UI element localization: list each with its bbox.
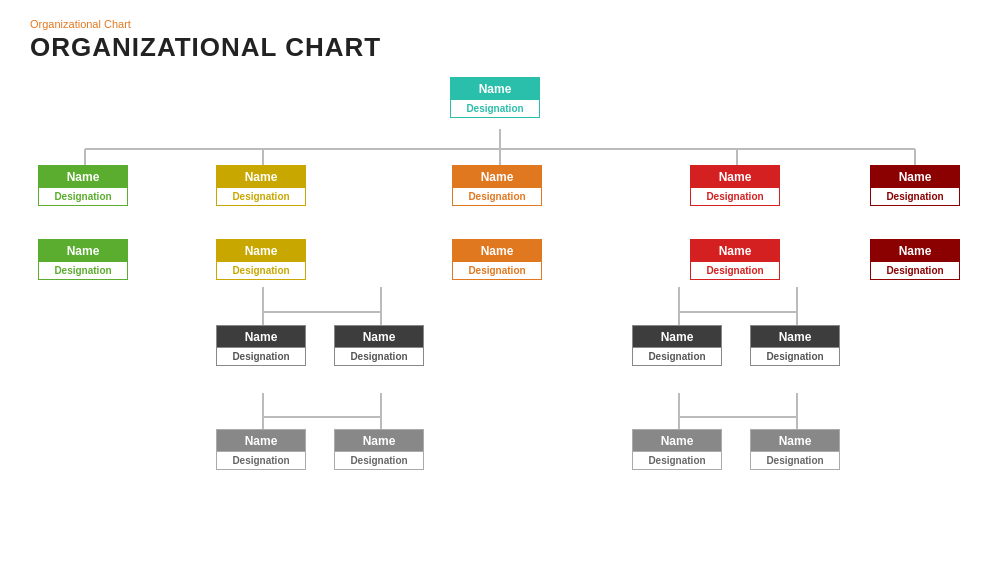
- root-node: Name Designation: [450, 77, 540, 118]
- l1-0-desig: Designation: [39, 187, 127, 205]
- l2-node-2: Name Designation: [452, 239, 542, 280]
- l3-0-name: Name: [217, 326, 305, 347]
- l3-node-1: Name Designation: [334, 325, 424, 366]
- l2-node-0: Name Designation: [38, 239, 128, 280]
- l4-2-name: Name: [633, 430, 721, 451]
- l1-node-4: Name Designation: [870, 165, 960, 206]
- l2-node-3: Name Designation: [690, 239, 780, 280]
- l2-2-name: Name: [453, 240, 541, 261]
- l4-node-2: Name Designation: [632, 429, 722, 470]
- l4-node-0: Name Designation: [216, 429, 306, 470]
- l1-1-desig: Designation: [217, 187, 305, 205]
- l3-0-desig: Designation: [217, 347, 305, 365]
- l1-4-desig: Designation: [871, 187, 959, 205]
- l3-node-2: Name Designation: [632, 325, 722, 366]
- l1-node-2: Name Designation: [452, 165, 542, 206]
- l1-1-name: Name: [217, 166, 305, 187]
- l3-node-3: Name Designation: [750, 325, 840, 366]
- l3-2-desig: Designation: [633, 347, 721, 365]
- l1-4-name: Name: [871, 166, 959, 187]
- l2-3-name: Name: [691, 240, 779, 261]
- l2-0-desig: Designation: [39, 261, 127, 279]
- l2-1-desig: Designation: [217, 261, 305, 279]
- l2-3-desig: Designation: [691, 261, 779, 279]
- l3-1-name: Name: [335, 326, 423, 347]
- root-name: Name: [451, 78, 539, 99]
- l2-node-1: Name Designation: [216, 239, 306, 280]
- l1-node-0: Name Designation: [38, 165, 128, 206]
- root-card: Name Designation: [450, 77, 540, 118]
- l4-node-1: Name Designation: [334, 429, 424, 470]
- l3-2-name: Name: [633, 326, 721, 347]
- l4-1-name: Name: [335, 430, 423, 451]
- l4-0-desig: Designation: [217, 451, 305, 469]
- subtitle: Organizational Chart: [30, 18, 970, 30]
- page: Organizational Chart ORGANIZATIONAL CHAR…: [0, 0, 1000, 563]
- root-desig: Designation: [451, 99, 539, 117]
- l3-3-name: Name: [751, 326, 839, 347]
- l4-2-desig: Designation: [633, 451, 721, 469]
- org-chart: Name Designation Name Designation Name D…: [30, 77, 970, 527]
- l4-1-desig: Designation: [335, 451, 423, 469]
- l3-3-desig: Designation: [751, 347, 839, 365]
- l2-1-name: Name: [217, 240, 305, 261]
- l1-node-3: Name Designation: [690, 165, 780, 206]
- l4-3-desig: Designation: [751, 451, 839, 469]
- l1-3-name: Name: [691, 166, 779, 187]
- l2-node-4: Name Designation: [870, 239, 960, 280]
- l4-3-name: Name: [751, 430, 839, 451]
- l2-4-desig: Designation: [871, 261, 959, 279]
- l1-node-1: Name Designation: [216, 165, 306, 206]
- page-title: ORGANIZATIONAL CHART: [30, 32, 970, 63]
- l1-2-name: Name: [453, 166, 541, 187]
- l2-4-name: Name: [871, 240, 959, 261]
- l4-node-3: Name Designation: [750, 429, 840, 470]
- l2-2-desig: Designation: [453, 261, 541, 279]
- l4-0-name: Name: [217, 430, 305, 451]
- l1-3-desig: Designation: [691, 187, 779, 205]
- l3-node-0: Name Designation: [216, 325, 306, 366]
- l1-0-name: Name: [39, 166, 127, 187]
- l2-0-name: Name: [39, 240, 127, 261]
- l1-2-desig: Designation: [453, 187, 541, 205]
- l3-1-desig: Designation: [335, 347, 423, 365]
